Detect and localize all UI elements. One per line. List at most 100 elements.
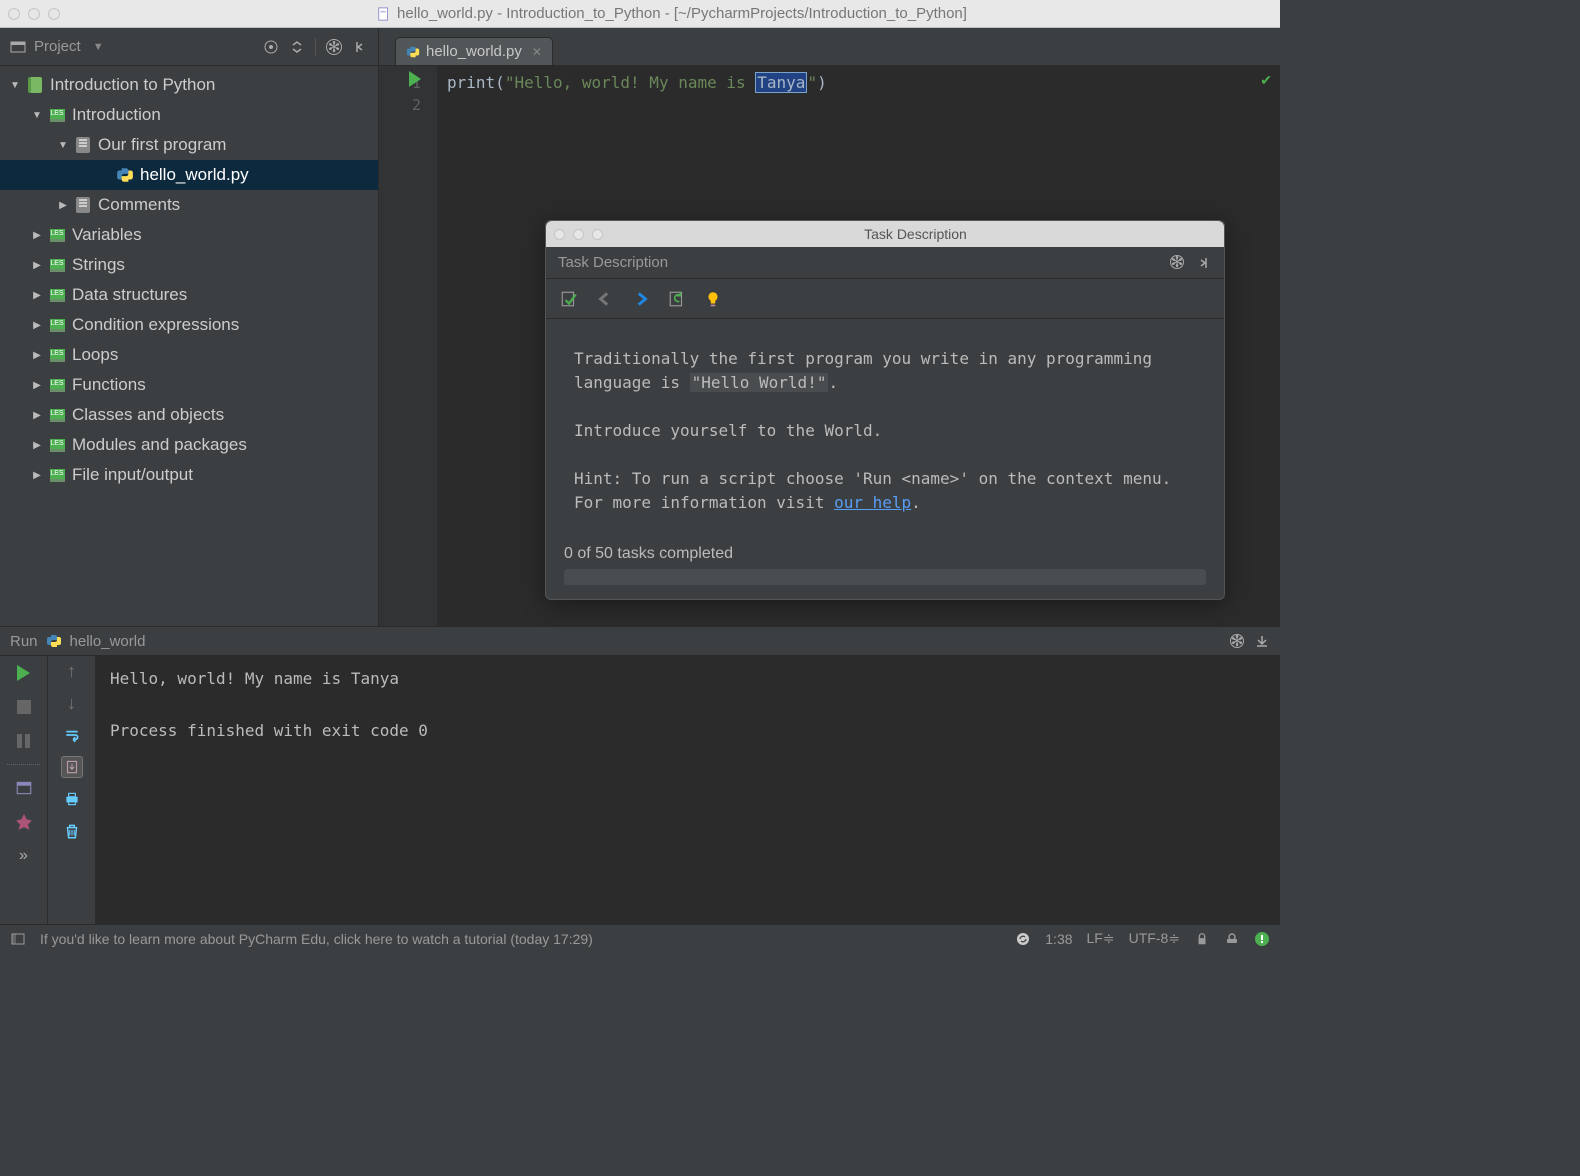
prev-task-icon[interactable] (596, 290, 614, 308)
check-task-icon[interactable] (560, 290, 578, 308)
next-task-icon[interactable] (632, 290, 650, 308)
lesson-icon: LES (50, 379, 65, 392)
editor-tab-active[interactable]: hello_world.py ✕ (395, 37, 553, 65)
dock-icon[interactable] (1196, 255, 1212, 271)
target-icon[interactable] (263, 39, 279, 55)
reset-task-icon[interactable] (668, 290, 686, 308)
task-line: Hint: To run a script choose 'Run <name>… (574, 467, 1196, 491)
tree-task-our-first[interactable]: Our first program (0, 130, 378, 160)
run-label: Run (10, 633, 38, 650)
hint-bulb-icon[interactable] (704, 290, 722, 308)
tree-task-comments[interactable]: Comments (0, 190, 378, 220)
task-toolbar (546, 279, 1224, 319)
run-rail-secondary: ↑ ↓ (48, 656, 96, 924)
run-rail-primary: » (0, 656, 48, 924)
pause-button[interactable] (13, 730, 35, 752)
inspection-ok-icon[interactable]: ✔ (1260, 72, 1272, 89)
run-config-name: hello_world (70, 633, 146, 650)
lock-icon[interactable] (1194, 931, 1210, 947)
scroll-to-end-icon[interactable] (61, 756, 83, 778)
lesson-icon: LES (50, 319, 65, 332)
tree-file-hello-world[interactable]: hello_world.py (0, 160, 378, 190)
run-gutter-icon[interactable] (409, 71, 421, 87)
tree-lesson-modules[interactable]: LES Modules and packages (0, 430, 378, 460)
task-subheader-label: Task Description (558, 254, 668, 271)
lesson-icon: LES (50, 469, 65, 482)
task-icon (76, 197, 90, 213)
lesson-icon: LES (50, 349, 65, 362)
run-tool-header[interactable]: Run hello_world (0, 626, 1280, 656)
task-line: Introduce yourself to the World. (574, 419, 1196, 443)
tree-label: Introduction to Python (50, 75, 215, 95)
window-title: hello_world.py - Introduction_to_Python … (72, 5, 1272, 22)
window-minimize-button[interactable] (573, 229, 584, 240)
tree-root[interactable]: Introduction to Python (0, 70, 378, 100)
tree-lesson-classes[interactable]: LES Classes and objects (0, 400, 378, 430)
task-description-window[interactable]: Task Description Task Description Tradit… (545, 220, 1225, 600)
inspector-icon[interactable] (1224, 931, 1240, 947)
project-tool-window-header[interactable]: Project ▼ (0, 28, 379, 65)
rerun-button[interactable] (13, 662, 35, 684)
layout-icon[interactable] (13, 777, 35, 799)
window-close-button[interactable] (8, 8, 20, 20)
task-icon (76, 137, 90, 153)
status-message[interactable]: If you'd like to learn more about PyChar… (40, 931, 1001, 947)
line-separator[interactable]: LF≑ (1087, 930, 1115, 947)
window-maximize-button[interactable] (592, 229, 603, 240)
up-arrow-icon[interactable]: ↑ (61, 660, 83, 682)
events-icon[interactable] (1254, 931, 1270, 947)
project-icon (10, 39, 26, 55)
close-tab-icon[interactable]: ✕ (532, 45, 542, 59)
pin-icon[interactable] (13, 811, 35, 833)
hide-icon[interactable] (352, 39, 368, 55)
editor-tabs: hello_world.py ✕ (379, 28, 553, 65)
tree-label: Modules and packages (72, 435, 247, 455)
chevron-down-icon[interactable]: ▼ (93, 41, 104, 53)
tree-label: Classes and objects (72, 405, 224, 425)
traffic-lights (8, 8, 60, 20)
lesson-icon: LES (50, 259, 65, 272)
soft-wrap-icon[interactable] (61, 724, 83, 746)
help-link[interactable]: our help (834, 493, 911, 512)
tree-lesson-fileio[interactable]: LES File input/output (0, 460, 378, 490)
task-subheader: Task Description (546, 247, 1224, 279)
gear-icon[interactable] (326, 39, 342, 55)
tree-lesson-data-structures[interactable]: LES Data structures (0, 280, 378, 310)
top-toolbar: Project ▼ hello_world.py ✕ (0, 28, 1280, 66)
window-minimize-button[interactable] (28, 8, 40, 20)
caret-position[interactable]: 1:38 (1045, 931, 1072, 947)
gear-icon[interactable] (1230, 634, 1244, 648)
tree-lesson-loops[interactable]: LES Loops (0, 340, 378, 370)
output-line: Process finished with exit code 0 (110, 721, 428, 740)
course-icon (28, 77, 42, 93)
project-tree[interactable]: Introduction to Python LES Introduction … (0, 66, 379, 626)
tree-lesson-functions[interactable]: LES Functions (0, 370, 378, 400)
window-maximize-button[interactable] (48, 8, 60, 20)
down-arrow-icon[interactable]: ↓ (61, 692, 83, 714)
tree-label: hello_world.py (140, 165, 249, 185)
tree-lesson-variables[interactable]: LES Variables (0, 220, 378, 250)
collapse-all-icon[interactable] (289, 39, 305, 55)
macos-titlebar: hello_world.py - Introduction_to_Python … (0, 0, 1280, 28)
tool-windows-icon[interactable] (10, 931, 26, 947)
hide-icon[interactable] (1254, 633, 1270, 649)
window-title-text: hello_world.py - Introduction_to_Python … (397, 5, 967, 22)
stop-button[interactable] (13, 696, 35, 718)
window-close-button[interactable] (554, 229, 565, 240)
expand-icon[interactable]: » (13, 845, 35, 867)
python-file-icon (116, 166, 134, 184)
gear-icon[interactable] (1170, 255, 1184, 269)
trash-icon[interactable] (61, 820, 83, 842)
tree-lesson-strings[interactable]: LES Strings (0, 250, 378, 280)
run-output[interactable]: Hello, world! My name is Tanya Process f… (96, 656, 1280, 924)
python-file-icon (406, 45, 420, 59)
sync-icon[interactable] (1015, 931, 1031, 947)
encoding[interactable]: UTF-8≑ (1129, 930, 1180, 947)
tree-label: Functions (72, 375, 146, 395)
task-window-titlebar[interactable]: Task Description (546, 221, 1224, 247)
print-icon[interactable] (61, 788, 83, 810)
tree-lesson-intro[interactable]: LES Introduction (0, 100, 378, 130)
tree-lesson-condition[interactable]: LES Condition expressions (0, 310, 378, 340)
tree-label: File input/output (72, 465, 193, 485)
answer-placeholder[interactable]: Tanya (755, 72, 807, 93)
